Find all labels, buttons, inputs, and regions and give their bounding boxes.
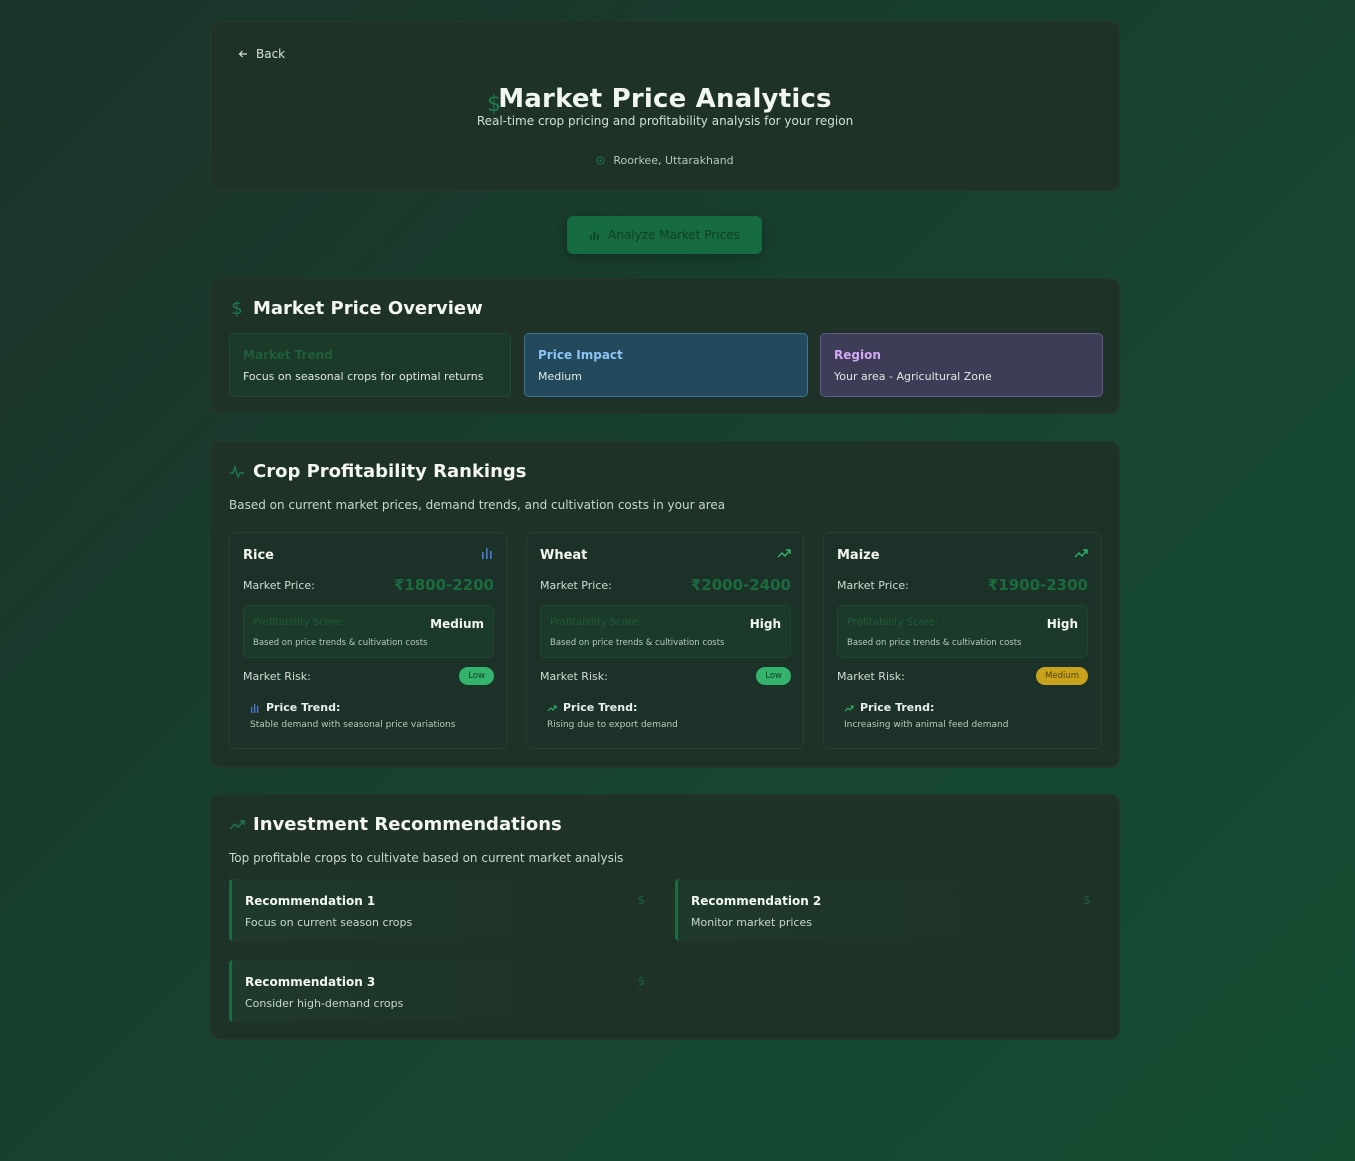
- risk-badge: Low: [756, 667, 791, 685]
- market-price-value: ₹1900-2300: [987, 576, 1088, 594]
- analyze-market-prices-button[interactable]: Analyze Market Prices: [567, 216, 762, 254]
- score-label: Profitability Score:: [847, 617, 939, 628]
- recommendation-card: Recommendation 1 Focus on current season…: [229, 879, 657, 941]
- crop-name: Rice: [243, 548, 274, 563]
- trending-up-icon: [844, 704, 854, 711]
- activity-icon: [230, 464, 244, 479]
- crop-card-wheat: Wheat Market Price: ₹2000-2400 Profitabi…: [526, 532, 804, 749]
- recommendations-description: Top profitable crops to cultivate based …: [229, 851, 624, 865]
- risk-badge: Medium: [1036, 667, 1088, 685]
- recommendation-title: Recommendation 2: [691, 894, 822, 908]
- recommendations-title: Investment Recommendations: [253, 814, 562, 835]
- trending-up-icon: [547, 704, 557, 711]
- market-price-label: Market Price:: [837, 579, 909, 592]
- trending-up-icon: [229, 819, 245, 829]
- page-subtitle: Real-time crop pricing and profitability…: [476, 114, 854, 128]
- score-value: Medium: [430, 617, 484, 631]
- market-price-value: ₹2000-2400: [690, 576, 791, 594]
- recommendation-title: Recommendation 1: [245, 894, 376, 908]
- score-value: High: [749, 617, 781, 631]
- card-heading: Region: [834, 348, 881, 362]
- score-note: Based on price trends & cultivation cost…: [847, 638, 1022, 648]
- market-risk-label: Market Risk:: [837, 670, 905, 683]
- recommendation-description: Focus on current season crops: [245, 916, 413, 929]
- score-note: Based on price trends & cultivation cost…: [550, 638, 725, 648]
- dollar-icon: $: [637, 893, 645, 907]
- page-title: Market Price Analytics: [498, 84, 832, 114]
- rankings-description: Based on current market prices, demand t…: [229, 498, 726, 512]
- card-heading: Market Trend: [243, 348, 333, 362]
- score-value: High: [1046, 617, 1078, 631]
- profitability-score-box: Profitability Score: Medium Based on pri…: [243, 605, 494, 658]
- price-trend: Price Trend:: [250, 701, 340, 714]
- market-trend-card: Market Trend Focus on seasonal crops for…: [229, 333, 511, 397]
- score-note: Based on price trends & cultivation cost…: [253, 638, 428, 648]
- dollar-icon: $: [231, 298, 243, 319]
- card-value: Your area - Agricultural Zone: [834, 370, 992, 383]
- back-label: Back: [256, 47, 286, 61]
- card-value: Focus on seasonal crops for optimal retu…: [243, 370, 484, 383]
- bar-chart-icon: [590, 231, 599, 240]
- trending-up-icon: [777, 549, 791, 558]
- trending-up-icon: [1074, 549, 1088, 558]
- rankings-heading: Crop Profitability Rankings: [229, 461, 527, 482]
- map-pin-icon: [596, 156, 605, 165]
- bar-chart-icon: [482, 548, 492, 559]
- market-price-label: Market Price:: [243, 579, 315, 592]
- profitability-score-box: Profitability Score: High Based on price…: [837, 605, 1088, 658]
- dollar-icon: $: [637, 974, 645, 988]
- price-trend-description: Stable demand with seasonal price variat…: [250, 720, 456, 730]
- profitability-score-box: Profitability Score: High Based on price…: [540, 605, 791, 658]
- location-text: Roorkee, Uttarakhand: [613, 154, 734, 167]
- recommendation-card: Recommendation 2 Monitor market prices $: [675, 879, 1103, 941]
- price-trend: Price Trend:: [547, 701, 637, 714]
- location: Roorkee, Uttarakhand: [211, 154, 1119, 167]
- market-risk-label: Market Risk:: [540, 670, 608, 683]
- bar-chart-icon: [251, 703, 259, 713]
- rankings-title: Crop Profitability Rankings: [253, 461, 527, 482]
- dollar-icon: $: [1083, 893, 1091, 907]
- price-trend-label: Price Trend:: [860, 701, 935, 714]
- recommendations-heading: Investment Recommendations: [229, 814, 562, 835]
- market-price-overview-panel: $ Market Price Overview Market Trend Foc…: [210, 278, 1120, 414]
- recommendation-title: Recommendation 3: [245, 975, 376, 989]
- recommendation-description: Consider high-demand crops: [245, 997, 404, 1010]
- analyze-button-label: Analyze Market Prices: [608, 228, 740, 242]
- crop-name: Wheat: [540, 548, 588, 563]
- recommendation-description: Monitor market prices: [691, 916, 812, 929]
- price-trend: Price Trend:: [844, 701, 934, 714]
- score-label: Profitability Score:: [253, 617, 345, 628]
- price-trend-description: Increasing with animal feed demand: [844, 720, 1009, 730]
- crop-card-rice: Rice Market Price: ₹1800-2200 Profitabil…: [229, 532, 507, 749]
- back-button[interactable]: Back: [238, 47, 285, 61]
- card-value: Medium: [538, 370, 582, 383]
- crop-profitability-rankings-panel: Crop Profitability Rankings Based on cur…: [210, 441, 1120, 768]
- market-price-label: Market Price:: [540, 579, 612, 592]
- market-price-value: ₹1800-2200: [393, 576, 494, 594]
- recommendation-card: Recommendation 3 Consider high-demand cr…: [229, 960, 657, 1022]
- risk-badge: Low: [459, 667, 494, 685]
- price-trend-label: Price Trend:: [266, 701, 341, 714]
- arrow-left-icon: [238, 50, 247, 58]
- score-label: Profitability Score:: [550, 617, 642, 628]
- overview-title: Market Price Overview: [253, 298, 483, 319]
- header-panel: Back $ Market Price Analytics Real-time …: [210, 21, 1120, 191]
- card-heading: Price Impact: [538, 348, 623, 362]
- price-trend-description: Rising due to export demand: [547, 720, 678, 730]
- overview-heading: $ Market Price Overview: [229, 298, 483, 319]
- price-impact-card: Price Impact Medium: [524, 333, 808, 397]
- region-card: Region Your area - Agricultural Zone: [820, 333, 1103, 397]
- market-risk-label: Market Risk:: [243, 670, 311, 683]
- crop-card-maize: Maize Market Price: ₹1900-2300 Profitabi…: [823, 532, 1101, 749]
- crop-name: Maize: [837, 548, 880, 563]
- investment-recommendations-panel: Investment Recommendations Top profitabl…: [210, 794, 1120, 1040]
- price-trend-label: Price Trend:: [563, 701, 638, 714]
